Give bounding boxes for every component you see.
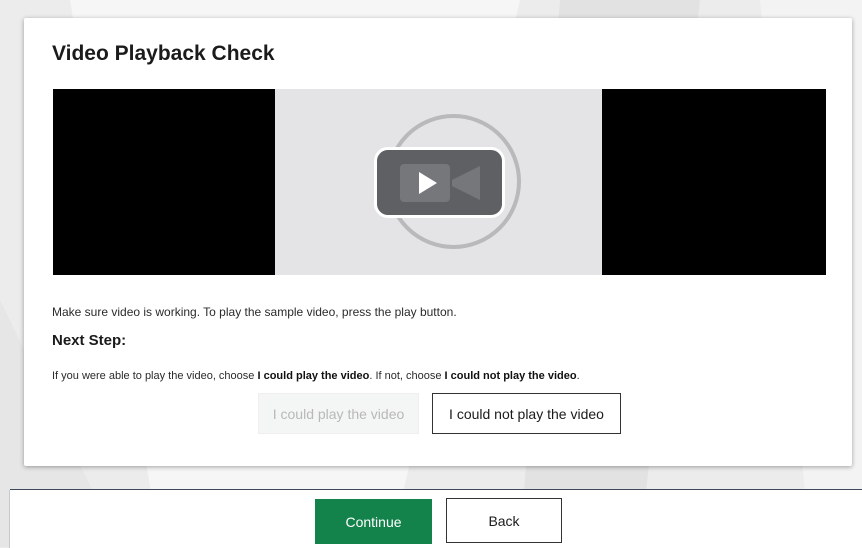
page-title: Video Playback Check xyxy=(52,42,275,65)
play-button[interactable] xyxy=(374,147,505,218)
choose-text-part3: . xyxy=(576,370,580,382)
video-poster xyxy=(275,89,602,275)
could-not-play-button[interactable]: I could not play the video xyxy=(432,393,621,434)
footer-nav: Continue Back xyxy=(9,489,862,548)
back-button[interactable]: Back xyxy=(446,498,562,543)
could-play-button[interactable]: I could play the video xyxy=(258,393,419,434)
instructions-text: Make sure video is working. To play the … xyxy=(52,305,457,319)
continue-button[interactable]: Continue xyxy=(315,499,432,544)
video-player[interactable] xyxy=(53,89,826,275)
choose-text-part2: . If not, choose xyxy=(369,370,445,382)
video-camera-play-icon xyxy=(400,164,480,202)
video-check-card: Video Playback Check Make sure video is … xyxy=(24,18,852,466)
choose-option-could-not: I could not play the video xyxy=(444,370,577,382)
next-step-heading: Next Step: xyxy=(52,332,127,349)
choose-text-part1: If you were able to play the video, choo… xyxy=(52,370,258,382)
choose-instructions: If you were able to play the video, choo… xyxy=(52,370,580,382)
choose-option-could: I could play the video xyxy=(257,370,370,382)
